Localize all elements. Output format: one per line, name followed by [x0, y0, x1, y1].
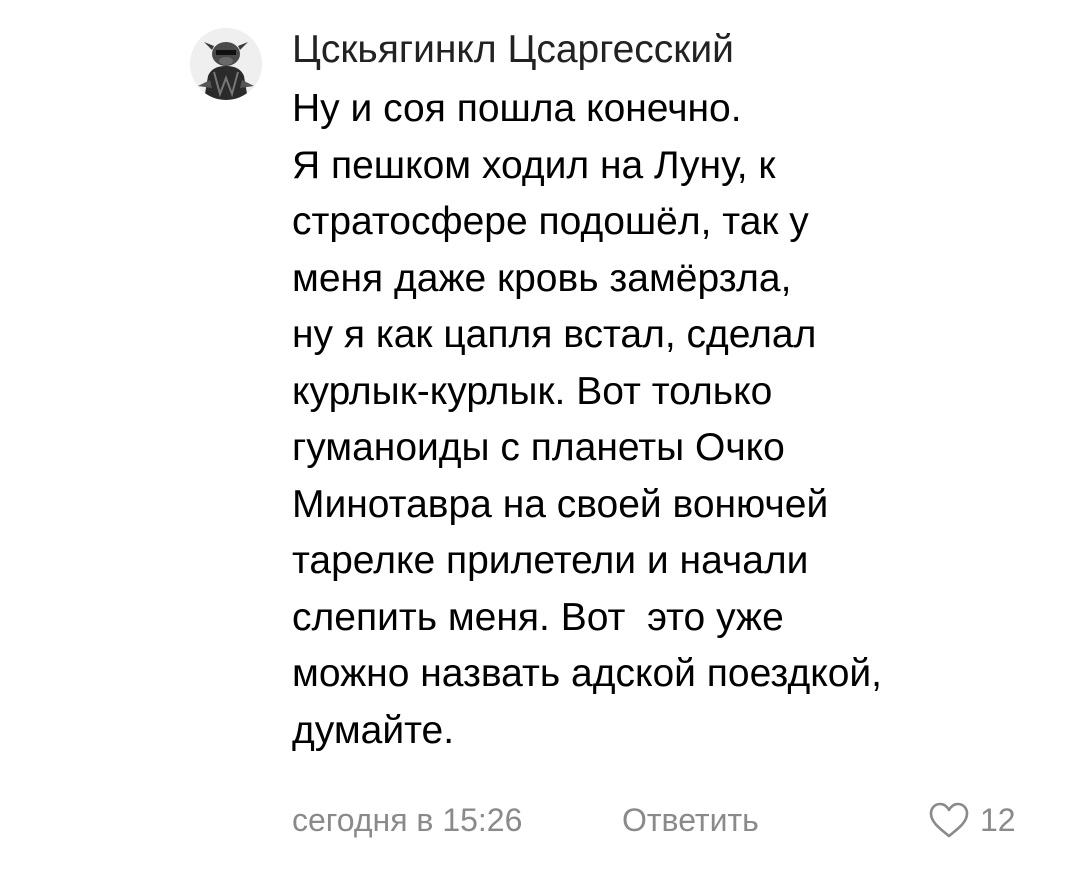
- reply-button[interactable]: Ответить: [622, 796, 759, 844]
- comment: Цскьягинкл Цсаргесский Ну и соя пошла ко…: [0, 0, 1080, 869]
- comment-timestamp: сегодня в 15:26: [292, 802, 523, 838]
- comment-text-line: Ну и соя пошла конечно.: [292, 87, 742, 130]
- comment-text-line: меня даже кровь замёрзла,: [292, 256, 792, 300]
- avatar-image: [190, 28, 262, 100]
- comment-text-line: курлык-курлык. Вот только: [292, 369, 773, 413]
- comment-text-line: думайте.: [292, 708, 455, 752]
- like-count: 12: [980, 802, 1016, 838]
- like-button[interactable]: 12: [928, 796, 1016, 844]
- comment-text-line: стратосфере подошёл, так у: [292, 200, 809, 243]
- comment-text-line: можно назвать адской поездкой,: [292, 652, 883, 695]
- heart-outline-icon[interactable]: [928, 801, 970, 839]
- comment-text-line: гуманоиды с планеты Очко: [292, 426, 785, 469]
- comment-text: Ну и соя пошла конечно. Я пешком ходил н…: [292, 81, 1052, 759]
- comment-text-line: Минотавра на своей вонючей: [292, 482, 829, 526]
- comment-text-line: слепить меня. Вот это уже: [292, 595, 784, 639]
- avatar[interactable]: [190, 28, 262, 100]
- comment-text-line: тарелке прилетели и начали: [292, 539, 809, 582]
- comment-meta: сегодня в 15:26 Ответить 12: [292, 796, 1052, 844]
- comment-text-line: Я пешком ходил на Луну, к: [292, 143, 776, 187]
- comment-author[interactable]: Цскьягинкл Цсаргесский: [292, 24, 734, 76]
- comment-text-line: ну я как цапля встал, сделал: [292, 313, 817, 356]
